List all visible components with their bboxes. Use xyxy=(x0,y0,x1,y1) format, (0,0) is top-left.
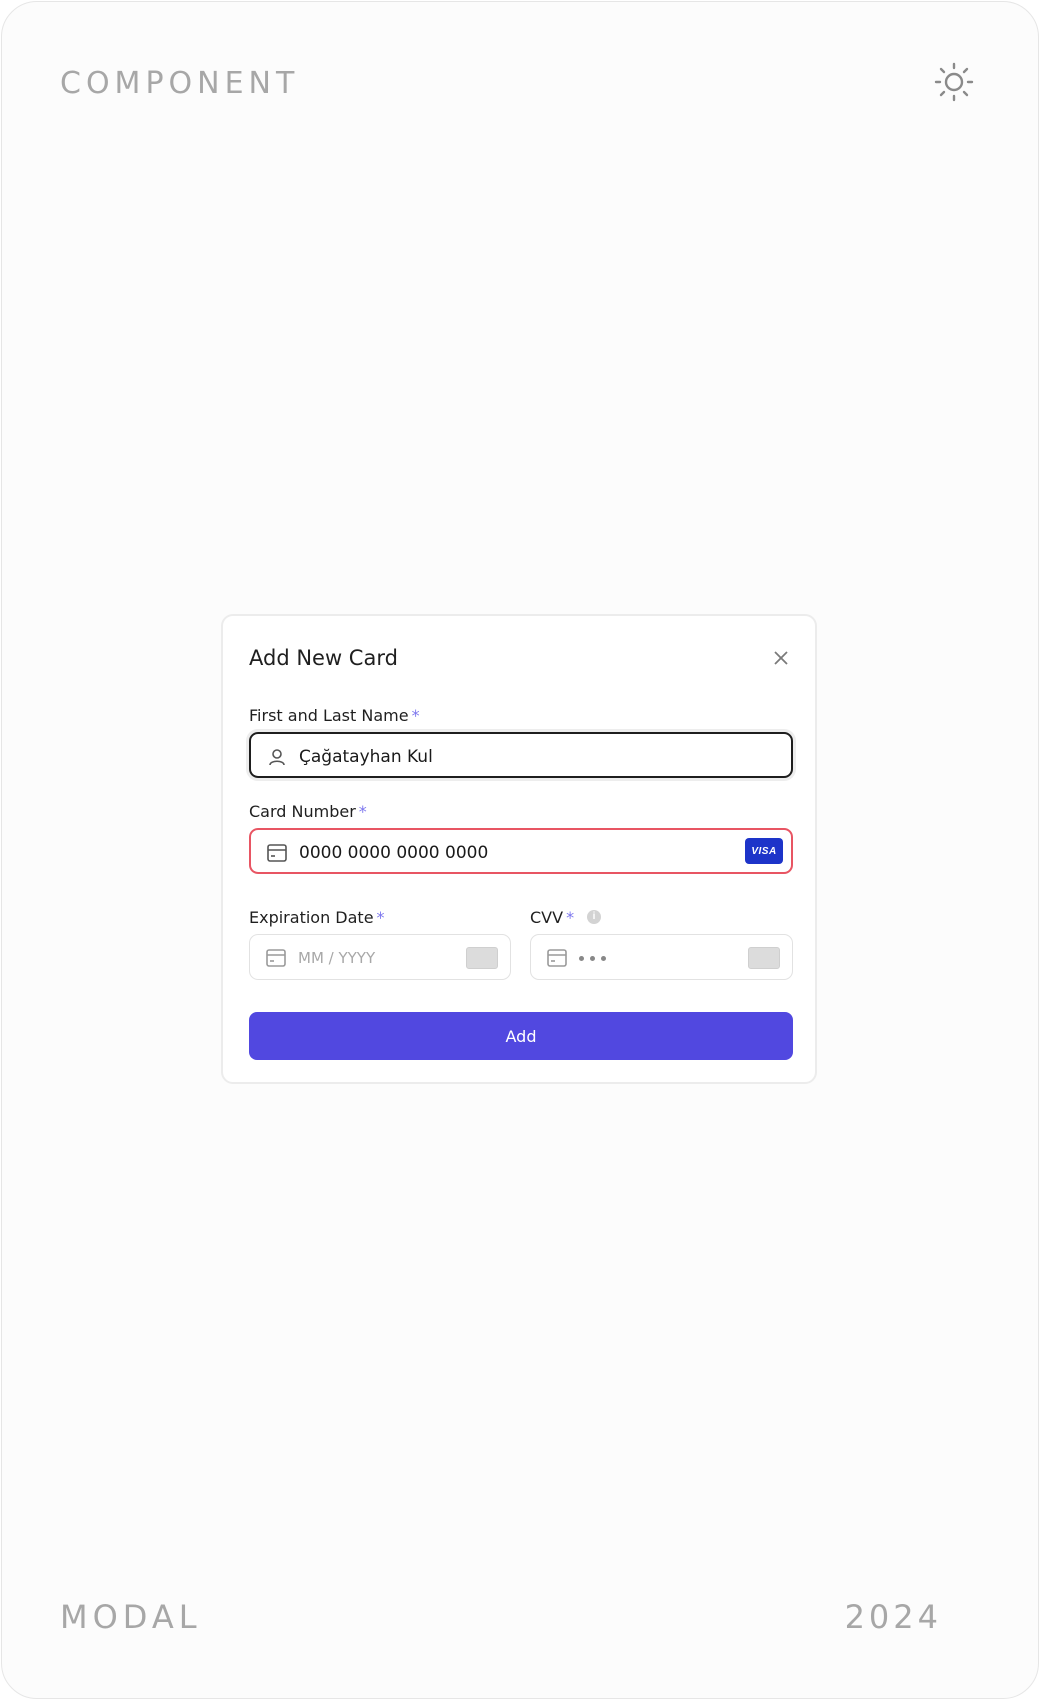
expiration-field[interactable]: MM / YYYY xyxy=(249,934,511,980)
card-number-field[interactable]: 0000 0000 0000 0000 VISA xyxy=(249,828,793,874)
name-label: First and Last Name * xyxy=(249,706,420,725)
modal-label: MODAL xyxy=(60,1598,202,1636)
expiration-label: Expiration Date * xyxy=(249,908,385,927)
card-number-label: Card Number * xyxy=(249,802,367,821)
component-label: COMPONENT xyxy=(60,66,300,101)
year-label: 2024 xyxy=(844,1598,942,1636)
credit-card-icon xyxy=(266,949,286,967)
add-card-modal: Add New Card First and Last Name * Çağata… xyxy=(221,614,817,1084)
card-number-value: 0000 0000 0000 0000 xyxy=(299,843,489,863)
modal-title: Add New Card xyxy=(249,646,398,670)
visa-badge: VISA xyxy=(745,838,783,864)
name-field[interactable]: Çağatayhan Kul xyxy=(249,732,793,778)
user-icon xyxy=(269,749,285,766)
info-icon[interactable]: i xyxy=(587,910,601,924)
cvv-field[interactable] xyxy=(530,934,793,980)
credit-card-icon xyxy=(547,949,567,967)
cvv-masked-dots xyxy=(579,956,606,961)
card-front-icon xyxy=(466,947,498,969)
add-button[interactable]: Add xyxy=(249,1012,793,1060)
name-value: Çağatayhan Kul xyxy=(299,747,433,767)
close-icon[interactable] xyxy=(773,650,789,666)
sun-icon[interactable] xyxy=(934,62,974,102)
expiration-placeholder: MM / YYYY xyxy=(298,949,376,967)
credit-card-icon xyxy=(267,844,287,862)
cvv-label: CVV * xyxy=(530,908,575,927)
card-back-icon xyxy=(748,947,780,969)
